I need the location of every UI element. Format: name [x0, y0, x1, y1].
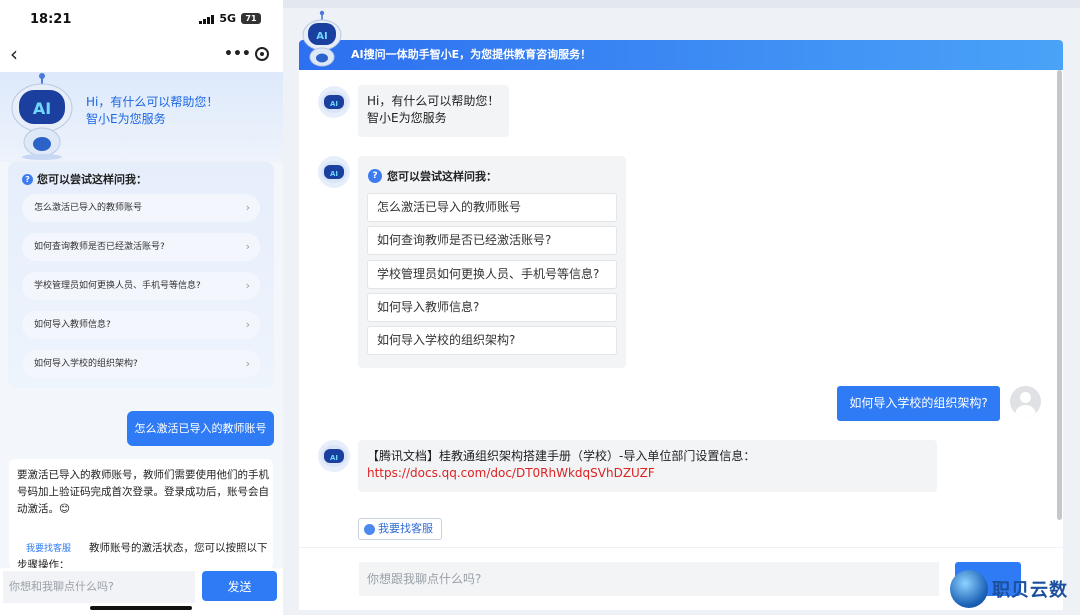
- suggestion-item[interactable]: 如何导入学校的组织架构? ›: [22, 350, 260, 378]
- robot-avatar-icon: AI: [321, 161, 347, 183]
- customer-service-label: 我要找客服: [378, 522, 433, 535]
- status-bar: 18:21 5G 71: [0, 0, 283, 40]
- suggestion-title-label: 您可以尝试这样问我：: [37, 173, 147, 186]
- headset-icon: [364, 523, 375, 535]
- suggestion-item-label: 如何查询教师是否已经激活账号?: [34, 242, 165, 252]
- doc-reply-text: 【腾讯文档】桂教通组织架构搭建手册（学校）-导入单位部门设置信息：: [367, 449, 756, 463]
- robot-mascot-icon: AI: [11, 73, 73, 160]
- suggestion-item[interactable]: 如何导入教师信息? ›: [22, 311, 260, 339]
- greeting-line-1: Hi，有什么可以帮助您！: [367, 94, 500, 108]
- svg-text:AI: AI: [33, 99, 51, 118]
- suggestion-title: ? 您可以尝试这样问我：: [22, 171, 147, 187]
- suggestion-item[interactable]: 如何查询教师是否已经激活账号?: [367, 226, 617, 255]
- bot-avatar: AI: [318, 156, 350, 188]
- greeting-text: Hi，有什么可以帮助您！ 智小E为您服务: [86, 94, 218, 128]
- chevron-right-icon: ›: [245, 318, 250, 331]
- suggestion-item[interactable]: 学校管理员如何更换人员、手机号等信息?: [367, 260, 617, 289]
- mobile-screen: 18:21 5G 71 ‹ ••• AI Hi，有什么可以帮助您！ 智小E为您服…: [0, 0, 283, 615]
- signal-icon: [199, 14, 215, 24]
- scrollbar[interactable]: [1057, 70, 1062, 520]
- greeting-banner: AI Hi，有什么可以帮助您！ 智小E为您服务: [0, 72, 283, 162]
- status-indicators: 5G 71: [199, 12, 261, 25]
- question-icon: ?: [368, 169, 382, 183]
- chat-header: AI搜问一体助手智小E，为您提供教育咨询服务！: [299, 40, 1063, 70]
- bot-avatar: AI: [318, 86, 350, 118]
- bot-answer-card: 要激活已导入的教师账号，教师们需要使用他们的手机号码加上验证码完成首次登录。登录…: [9, 459, 273, 569]
- mobile-input-bar: 发送: [0, 568, 283, 615]
- suggestion-title: ? 您可以尝试这样问我：: [368, 168, 497, 184]
- mobile-chat-input[interactable]: [3, 571, 195, 603]
- doc-link[interactable]: https://docs.qq.com/doc/DT0RhWkdqSVhDZUZ…: [367, 465, 928, 482]
- desktop-screen: AI AI搜问一体助手智小E，为您提供教育咨询服务！ AI Hi，有什么可以帮助…: [283, 0, 1080, 615]
- robot-mascot-icon: AI: [302, 10, 342, 67]
- watermark-text: 职贝云数: [992, 580, 1068, 601]
- nav-bar: ‹ •••: [0, 40, 283, 72]
- bot-doc-reply-bubble: 【腾讯文档】桂教通组织架构搭建手册（学校）-导入单位部门设置信息： https:…: [358, 440, 937, 492]
- customer-service-link[interactable]: 我要找客服: [23, 540, 75, 555]
- robot-avatar-icon: AI: [321, 91, 347, 113]
- send-button[interactable]: 发送: [202, 571, 277, 601]
- bot-suggestion-bubble: ? 您可以尝试这样问我： 怎么激活已导入的教师账号 如何查询教师是否已经激活账号…: [358, 156, 626, 368]
- close-miniapp-icon[interactable]: [255, 47, 269, 61]
- bot-avatar: AI: [318, 440, 350, 472]
- suggestion-item-label: 怎么激活已导入的教师账号: [34, 203, 143, 213]
- user-avatar-icon: [1010, 386, 1041, 417]
- question-icon: ?: [22, 173, 33, 185]
- user-message-bubble: 如何导入学校的组织架构?: [837, 386, 1000, 421]
- chevron-right-icon: ›: [245, 240, 250, 253]
- more-icon[interactable]: •••: [224, 46, 251, 62]
- back-icon[interactable]: ‹: [10, 44, 18, 64]
- robot-badge: AI: [316, 31, 327, 42]
- greeting-line-1: Hi，有什么可以帮助您！: [86, 95, 219, 109]
- suggestion-item[interactable]: 怎么激活已导入的教师账号: [367, 193, 617, 222]
- battery-icon: 71: [241, 13, 261, 24]
- chevron-right-icon: ›: [245, 201, 250, 214]
- customer-service-button[interactable]: 我要找客服: [358, 518, 442, 540]
- svg-text:AI: AI: [330, 170, 338, 178]
- user-message-bubble: 怎么激活已导入的教师账号: [127, 411, 274, 446]
- suggestion-item[interactable]: 学校管理员如何更换人员、手机号等信息? ›: [22, 272, 260, 300]
- robot-avatar-icon: AI: [321, 445, 347, 467]
- bot-greeting-bubble: Hi，有什么可以帮助您！ 智小E为您服务: [358, 85, 509, 137]
- greeting-line-2: 智小E为您服务: [367, 111, 447, 125]
- header-title: AI搜问一体助手智小E，为您提供教育咨询服务！: [351, 48, 592, 61]
- home-indicator: [90, 606, 192, 610]
- svg-text:AI: AI: [330, 454, 338, 462]
- desktop-chat-input[interactable]: [359, 562, 939, 596]
- suggestion-title-label: 您可以尝试这样问我：: [387, 170, 497, 183]
- bot-answer-tail: 教师账号的激活状态，您可以按照以下: [89, 542, 268, 554]
- suggestion-item-label: 如何导入教师信息?: [34, 320, 111, 330]
- suggestion-item[interactable]: 如何导入学校的组织架构?: [367, 326, 617, 355]
- watermark: 职贝云数: [950, 570, 1068, 608]
- suggestion-item[interactable]: 如何查询教师是否已经激活账号? ›: [22, 233, 260, 261]
- svg-text:AI: AI: [330, 100, 338, 108]
- watermark-logo-icon: [950, 570, 988, 608]
- greeting-line-2: 智小E为您服务: [86, 112, 166, 126]
- suggestion-item-label: 如何导入学校的组织架构?: [34, 359, 138, 369]
- suggestion-item[interactable]: 怎么激活已导入的教师账号 ›: [22, 194, 260, 222]
- status-time: 18:21: [30, 12, 72, 27]
- suggestion-item[interactable]: 如何导入教师信息?: [367, 293, 617, 322]
- top-strip: [283, 0, 1080, 8]
- chat-history[interactable]: AI Hi，有什么可以帮助您！ 智小E为您服务 AI ? 您可以尝试这样问我： …: [299, 70, 1063, 547]
- bot-answer-text: 要激活已导入的教师账号，教师们需要使用他们的手机号码加上验证码完成首次登录。登录…: [17, 469, 269, 515]
- network-label: 5G: [219, 12, 236, 25]
- suggestion-card: ? 您可以尝试这样问我： 怎么激活已导入的教师账号 › 如何查询教师是否已经激活账…: [8, 162, 274, 388]
- desktop-input-bar: [299, 548, 1063, 610]
- chevron-right-icon: ›: [245, 357, 250, 370]
- chevron-right-icon: ›: [245, 279, 250, 292]
- suggestion-item-label: 学校管理员如何更换人员、手机号等信息?: [34, 281, 201, 291]
